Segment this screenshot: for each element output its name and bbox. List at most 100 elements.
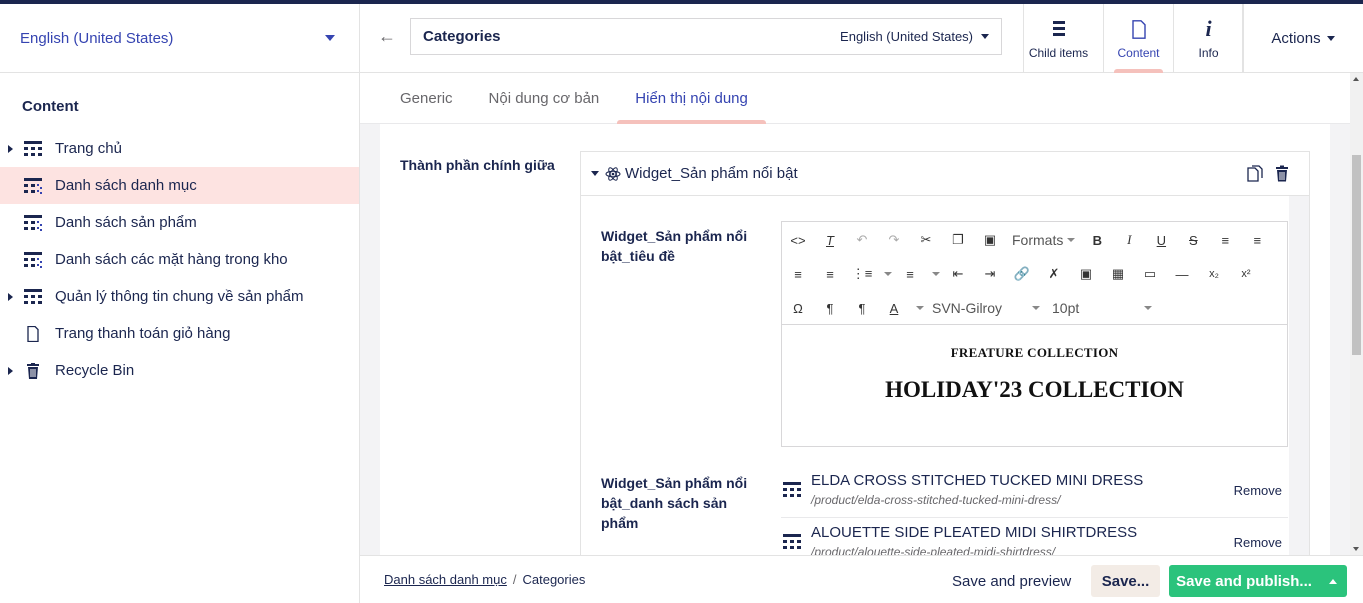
numbered-list-dropdown[interactable] — [926, 260, 942, 288]
list-icon — [1052, 18, 1065, 40]
tree-item-danh-sach-mat-hang[interactable]: Danh sách các mặt hàng trong kho — [0, 241, 359, 278]
numbered-list-icon[interactable]: ≡ — [894, 260, 926, 288]
clear-format-icon[interactable]: T — [814, 226, 846, 254]
save-button[interactable]: Save... — [1091, 565, 1160, 597]
bullet-list-icon[interactable]: ⋮≡ — [846, 260, 878, 288]
tab-hien-thi-noi-dung[interactable]: Hiển thị nội dung — [617, 73, 766, 124]
app-label: Child items — [1028, 46, 1089, 60]
collapse-caret-icon[interactable] — [591, 171, 599, 176]
app-info[interactable]: i Info — [1173, 4, 1243, 73]
breadcrumb-current: Categories — [522, 572, 586, 587]
italic-icon[interactable]: I — [1113, 226, 1145, 254]
tree-item-label: Trang chủ — [55, 140, 122, 157]
editor-main: Thành phần chính giữa Widget_Sản phẩm nổ… — [360, 124, 1350, 555]
block-title: Widget_Sản phẩm nổi bật — [625, 165, 798, 182]
image-icon[interactable]: ▣ — [1070, 260, 1102, 288]
chevron-down-icon — [1326, 36, 1335, 41]
outdent-icon[interactable]: ⇤ — [942, 260, 974, 288]
main-scrollbar[interactable] — [1350, 73, 1363, 555]
source-code-icon[interactable]: <> — [782, 226, 814, 254]
tree-item-danh-sach-danh-muc[interactable]: Danh sách danh mục — [0, 167, 359, 204]
tree-item-trang-chu[interactable]: Trang chủ — [0, 130, 359, 167]
list-item[interactable]: ELDA CROSS STITCHED TUCKED MINI DRESS /p… — [781, 466, 1288, 518]
editor-footer: Danh sách danh mục / Categories Save and p… — [360, 555, 1363, 603]
expand-arrow-icon[interactable] — [8, 367, 13, 375]
block-inner: Widget_Sản phẩm nổi bật_tiêu đề <> T ↶ ↷… — [581, 196, 1289, 555]
doc-type-grid-icon — [783, 534, 801, 549]
copy-icon[interactable] — [1247, 165, 1263, 182]
back-arrow-icon[interactable]: ← — [378, 26, 396, 47]
scroll-down-icon[interactable] — [1353, 547, 1359, 551]
link-icon[interactable]: 🔗 — [1006, 260, 1038, 288]
scroll-up-icon[interactable] — [1353, 77, 1359, 81]
rtl-icon[interactable]: ¶ — [846, 294, 878, 322]
indent-icon[interactable]: ⇥ — [974, 260, 1006, 288]
remove-button[interactable]: Remove — [1234, 483, 1282, 498]
breadcrumb-link-parent[interactable]: Danh sách danh mục — [384, 572, 507, 587]
field-title-label: Widget_Sản phẩm nổi bật_tiêu đề — [601, 228, 748, 264]
doc-type-grid-icon — [783, 482, 801, 497]
property-panel: Thành phần chính giữa Widget_Sản phẩm nổ… — [380, 124, 1330, 555]
scrollbar-thumb[interactable] — [1352, 155, 1361, 355]
node-name-field[interactable]: Categories English (United States) — [410, 18, 1002, 55]
bold-icon[interactable]: B — [1081, 226, 1113, 254]
save-and-publish-label[interactable]: Save and publish... — [1169, 565, 1319, 597]
chevron-down-icon — [1032, 306, 1040, 310]
expand-arrow-icon[interactable] — [8, 145, 13, 153]
underline-icon[interactable]: U — [1145, 226, 1177, 254]
text-color-dropdown[interactable] — [910, 294, 926, 322]
align-center-icon[interactable]: ≡ — [1241, 226, 1273, 254]
actions-menu-button[interactable]: Actions — [1242, 4, 1363, 73]
list-item[interactable]: ALOUETTE SIDE PLEATED MIDI SHIRTDRESS /p… — [781, 518, 1288, 555]
strikethrough-icon[interactable]: S — [1177, 226, 1209, 254]
save-and-preview-button[interactable]: Save and preview — [942, 565, 1081, 597]
superscript-icon[interactable]: x² — [1230, 260, 1262, 288]
undo-icon[interactable]: ↶ — [846, 226, 878, 254]
cut-icon[interactable]: ✂ — [910, 226, 942, 254]
tab-noi-dung-co-ban[interactable]: Nội dung cơ bản — [471, 73, 618, 124]
expand-arrow-icon[interactable] — [8, 293, 13, 301]
align-justify-icon[interactable]: ≡ — [814, 260, 846, 288]
align-right-icon[interactable]: ≡ — [782, 260, 814, 288]
block-header[interactable]: Widget_Sản phẩm nổi bật — [581, 152, 1309, 196]
product-url: /product/alouette-side-pleated-midi-shir… — [811, 545, 1056, 555]
node-name[interactable]: Categories — [423, 28, 840, 45]
publish-options-toggle[interactable] — [1319, 565, 1347, 597]
list-view-icon — [24, 178, 42, 194]
align-left-icon[interactable]: ≡ — [1209, 226, 1241, 254]
save-and-publish-button[interactable]: Save and publish... — [1169, 565, 1347, 597]
rich-text-editor[interactable]: <> T ↶ ↷ ✂ ❐ ▣ Formats B I U S ≡ ≡ ≡ ≡ ⋮… — [781, 221, 1288, 447]
subscript-icon[interactable]: x₂ — [1198, 260, 1230, 288]
app-child-items[interactable]: Child items — [1023, 4, 1093, 73]
font-size-dropdown[interactable]: 10pt — [1046, 294, 1158, 322]
formats-label: Formats — [1012, 232, 1064, 248]
tab-generic[interactable]: Generic — [382, 73, 471, 124]
special-char-icon[interactable]: Ω — [782, 294, 814, 322]
remove-button[interactable]: Remove — [1234, 535, 1282, 550]
chevron-down-icon — [916, 306, 924, 310]
app-content[interactable]: Content — [1103, 4, 1173, 73]
tree-item-trang-thanh-toan[interactable]: Trang thanh toán giỏ hàng — [0, 315, 359, 352]
horizontal-rule-icon[interactable]: — — [1166, 260, 1198, 288]
formats-dropdown[interactable]: Formats — [1006, 226, 1081, 254]
variant-selector-label[interactable]: English (United States) — [840, 29, 973, 44]
font-family-dropdown[interactable]: SVN-Gilroy — [926, 294, 1046, 322]
bullet-list-dropdown[interactable] — [878, 260, 894, 288]
product-url: /product/elda-cross-stitched-tucked-mini… — [811, 493, 1061, 507]
table-icon[interactable]: ▦ — [1102, 260, 1134, 288]
rte-content-area[interactable]: FREATURE COLLECTION HOLIDAY'23 COLLECTIO… — [782, 325, 1287, 423]
unlink-icon[interactable]: ✗ — [1038, 260, 1070, 288]
copy-icon[interactable]: ❐ — [942, 226, 974, 254]
rte-toolbar-row-3: Ω ¶ ¶ A SVN-Gilroy 10pt — [782, 291, 1158, 325]
embed-media-icon[interactable]: ▭ — [1134, 260, 1166, 288]
language-selector[interactable]: English (United States) — [0, 4, 359, 73]
trash-icon[interactable] — [1275, 165, 1289, 182]
text-color-icon[interactable]: A — [878, 294, 910, 322]
redo-icon[interactable]: ↷ — [878, 226, 910, 254]
tree-item-recycle-bin[interactable]: Recycle Bin — [0, 352, 359, 389]
chevron-down-icon[interactable] — [981, 34, 989, 39]
ltr-icon[interactable]: ¶ — [814, 294, 846, 322]
paste-icon[interactable]: ▣ — [974, 226, 1006, 254]
tree-item-quan-ly-thong-tin[interactable]: Quản lý thông tin chung về sản phẩm — [0, 278, 359, 315]
tree-item-danh-sach-san-pham[interactable]: Danh sách sản phẩm — [0, 204, 359, 241]
